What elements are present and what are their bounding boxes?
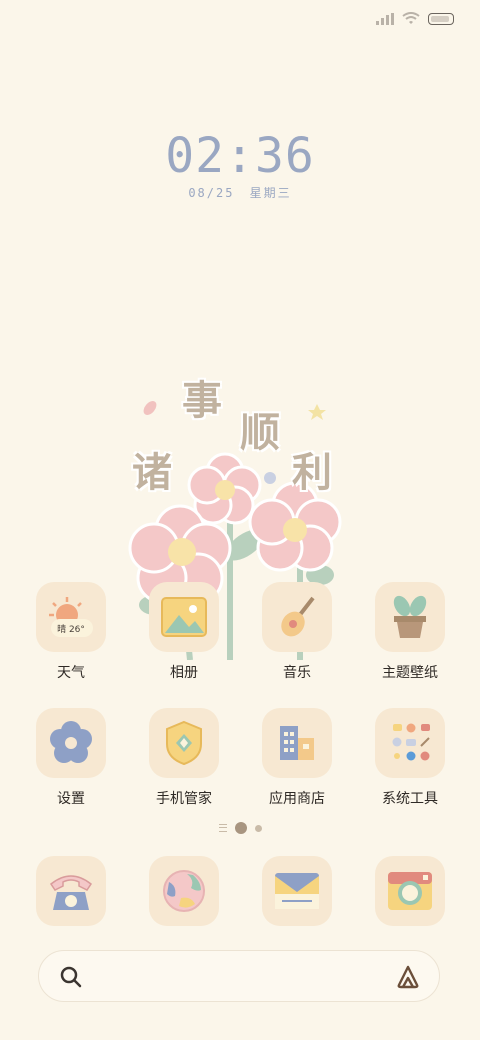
message-icon xyxy=(262,856,332,926)
lock-clock-time[interactable]: 02:36 xyxy=(0,128,480,184)
wallpaper-char-2: 顺 xyxy=(240,410,280,456)
app-store[interactable]: 应用商店 xyxy=(242,708,352,808)
folder-icon xyxy=(375,708,445,778)
app-label: 设置 xyxy=(57,791,85,807)
list-page-icon[interactable] xyxy=(218,824,227,832)
app-label: 应用商店 xyxy=(269,791,325,807)
app-music[interactable]: 音乐 xyxy=(242,582,352,682)
camera-icon xyxy=(375,856,445,926)
app-system-tools[interactable]: 系统工具 xyxy=(355,708,465,808)
app-label: 音乐 xyxy=(283,665,311,681)
lock-clock-date: 08/25 星期三 xyxy=(0,184,480,201)
app-themes[interactable]: 主题壁纸 xyxy=(355,582,465,682)
wallpaper-char-4: 利 xyxy=(292,450,332,496)
wallpaper-char-3: 诸 xyxy=(132,450,172,496)
battery-icon xyxy=(428,12,454,25)
page-dot-2[interactable] xyxy=(254,824,262,832)
app-label: 天气 xyxy=(57,665,85,681)
app-label: 手机管家 xyxy=(156,791,212,807)
flower-gear-icon xyxy=(36,708,106,778)
date-text: 08/25 xyxy=(188,186,235,200)
status-bar xyxy=(0,0,480,40)
assistant-icon[interactable] xyxy=(395,965,421,989)
app-photo-album[interactable]: 相册 xyxy=(129,582,239,682)
app-label: 系统工具 xyxy=(382,791,438,807)
app-label: 主题壁纸 xyxy=(382,665,438,681)
globe-icon xyxy=(149,856,219,926)
wifi-icon xyxy=(402,12,420,24)
dock-camera[interactable] xyxy=(355,856,465,926)
signal-icon xyxy=(376,12,394,25)
app-label: 相册 xyxy=(170,665,198,681)
app-weather[interactable]: 晴 26° 天气 xyxy=(16,582,126,682)
dock-phone[interactable] xyxy=(16,856,126,926)
potted-plant-icon xyxy=(375,582,445,652)
app-phone-manager[interactable]: 手机管家 xyxy=(129,708,239,808)
dock-browser[interactable] xyxy=(129,856,239,926)
page-indicator[interactable] xyxy=(0,822,480,834)
building-icon xyxy=(262,708,332,778)
weekday-text: 星期三 xyxy=(249,186,292,200)
guitar-icon xyxy=(262,582,332,652)
photo-album-icon xyxy=(149,582,219,652)
weather-badge: 晴 26° xyxy=(57,625,85,635)
weather-icon: 晴 26° xyxy=(36,582,106,652)
search-bar[interactable] xyxy=(38,950,440,1002)
phone-icon xyxy=(36,856,106,926)
app-settings[interactable]: 设置 xyxy=(16,708,126,808)
wallpaper-char-1: 事 xyxy=(182,378,222,424)
page-dot-1[interactable] xyxy=(234,822,247,834)
search-icon[interactable] xyxy=(59,965,83,989)
shield-icon xyxy=(149,708,219,778)
dock-messages[interactable] xyxy=(242,856,352,926)
